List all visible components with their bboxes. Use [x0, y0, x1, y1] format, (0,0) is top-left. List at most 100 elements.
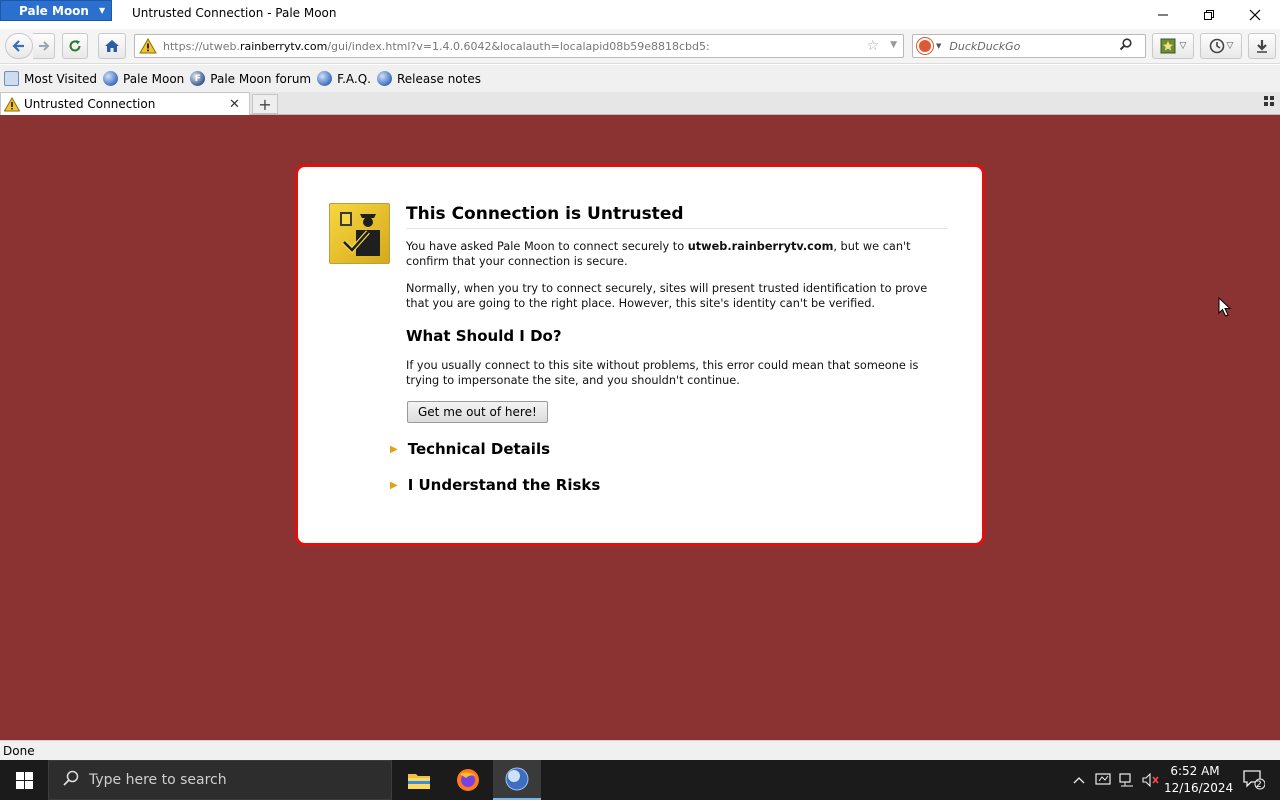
grid-icon	[1264, 96, 1274, 106]
taskbar-search-placeholder: Type here to search	[89, 772, 227, 788]
url-bar[interactable]: https://utweb.rainberrytv.com/gui/index.…	[134, 34, 904, 58]
technical-details-label: Technical Details	[407, 440, 551, 458]
error-title: This Connection is Untrusted	[406, 204, 948, 229]
folder-icon	[408, 774, 430, 789]
close-tab-icon[interactable]: ✕	[229, 97, 240, 112]
reload-icon	[69, 40, 81, 52]
error-dialog: This Connection is Untrusted You have as…	[295, 164, 985, 546]
palemoon-globe-icon	[505, 767, 529, 791]
firefox-icon	[457, 769, 479, 791]
tray-overflow-chevron-icon[interactable]	[1068, 760, 1090, 800]
close-icon	[1249, 9, 1261, 20]
forward-button[interactable]	[33, 33, 55, 59]
forward-arrow-icon	[38, 41, 49, 51]
chevron-down-icon: ▽	[1179, 41, 1187, 51]
tab-list-button[interactable]	[1264, 96, 1274, 109]
plus-icon: +	[258, 94, 272, 114]
bookmark-release-notes[interactable]: Release notes	[377, 71, 481, 86]
warning-icon[interactable]	[139, 37, 157, 54]
forum-icon: F	[190, 71, 206, 86]
bookmarks-menu-button[interactable]: ▽	[1152, 33, 1194, 59]
palemoon-globe-icon	[317, 71, 333, 86]
url-dropdown-icon[interactable]: ▼	[890, 40, 897, 50]
expand-triangle-icon: ▶	[390, 479, 398, 491]
bookmark-label: F.A.Q.	[337, 71, 371, 86]
minimize-icon	[1158, 14, 1168, 15]
bookmark-label: Pale Moon forum	[210, 71, 312, 86]
understand-risks-expander[interactable]: ▶ I Understand the Risks	[390, 476, 600, 494]
app-menu-label: Pale Moon	[19, 3, 89, 18]
search-bar[interactable]: ▼ DuckDuckGo	[912, 34, 1146, 58]
bookmark-pale-moon-forum[interactable]: F Pale Moon forum	[190, 71, 311, 86]
bookmark-star-icon[interactable]: ☆	[866, 38, 879, 54]
start-button[interactable]	[0, 760, 48, 800]
restore-button[interactable]	[1186, 0, 1232, 29]
reload-button[interactable]	[62, 33, 88, 59]
search-icon[interactable]	[1119, 37, 1132, 55]
error-intro-text: You have asked Pale Moon to connect secu…	[406, 239, 946, 269]
bookmark-faq[interactable]: F.A.Q.	[317, 71, 371, 86]
downloads-button[interactable]	[1248, 33, 1276, 59]
bookmark-label: Pale Moon	[123, 71, 185, 86]
home-icon	[105, 40, 119, 52]
bookmarks-toolbar: Most Visited Pale Moon F Pale Moon forum…	[0, 65, 1280, 92]
app-menu-button[interactable]: Pale Moon ▼	[0, 0, 112, 21]
palemoon-globe-icon	[377, 71, 392, 86]
system-clock[interactable]: 6:52 AM 12/16/2024	[1164, 763, 1234, 797]
bookmark-label: Most Visited	[24, 71, 98, 86]
error-explanation-text: Normally, when you try to connect secure…	[406, 282, 928, 310]
url-text[interactable]: https://utweb.rainberrytv.com/gui/index.…	[163, 40, 863, 53]
clock-icon	[1209, 38, 1224, 54]
most-visited-icon	[4, 71, 19, 86]
tray-volume-muted-icon[interactable]	[1140, 760, 1162, 800]
page-content: This Connection is Untrusted You have as…	[0, 115, 1280, 740]
status-text: Done	[3, 743, 35, 758]
technical-details-expander[interactable]: ▶ Technical Details	[390, 440, 550, 458]
taskbar-search-box[interactable]: Type here to search	[48, 760, 392, 800]
search-input[interactable]: DuckDuckGo	[949, 40, 1119, 53]
warning-icon	[3, 96, 21, 112]
url-prefix: https://utweb.	[163, 39, 240, 53]
url-suffix: /gui/index.html?v=1.4.0.6042&localauth=l…	[327, 39, 710, 53]
tray-wired-network-icon[interactable]	[1116, 760, 1138, 800]
chevron-down-icon[interactable]: ▼	[936, 42, 941, 50]
tray-network-icon[interactable]	[1092, 760, 1114, 800]
bookmark-pale-moon[interactable]: Pale Moon	[103, 71, 184, 86]
back-arrow-icon	[12, 40, 24, 52]
advice-text: If you usually connect to this site with…	[406, 359, 919, 387]
tab-label: Untrusted Connection	[24, 97, 156, 111]
mouse-cursor-icon	[1218, 297, 1232, 317]
taskbar-file-explorer[interactable]	[395, 760, 443, 800]
taskbar-firefox[interactable]	[444, 760, 492, 800]
tab-bar: Untrusted Connection ✕ +	[0, 92, 1280, 115]
navigation-toolbar: https://utweb.rainberrytv.com/gui/index.…	[0, 29, 1280, 64]
restore-icon	[1204, 9, 1214, 20]
home-button[interactable]	[98, 33, 126, 59]
tab-untrusted-connection[interactable]: Untrusted Connection ✕	[0, 92, 250, 115]
bookmark-most-visited[interactable]: Most Visited	[4, 71, 97, 86]
chevron-down-icon: ▼	[98, 6, 106, 15]
notification-count: 2	[1256, 780, 1262, 790]
taskbar-pale-moon[interactable]	[493, 760, 541, 800]
search-icon	[63, 770, 79, 790]
duckduckgo-icon[interactable]	[917, 38, 933, 54]
taskbar: Type here to search 6:52 AM 12/16/2024 2	[0, 760, 1280, 800]
get-me-out-button[interactable]: Get me out of here!	[407, 401, 548, 423]
minimize-button[interactable]	[1140, 0, 1186, 29]
clock-date: 12/16/2024	[1164, 781, 1234, 795]
history-button[interactable]: ▽	[1200, 33, 1242, 59]
url-domain: rainberrytv.com	[239, 39, 328, 53]
window-title: Untrusted Connection - Pale Moon	[132, 6, 337, 20]
policeman-icon	[329, 203, 390, 264]
title-bar: Pale Moon ▼ Untrusted Connection - Pale …	[0, 0, 1280, 29]
status-bar: Done	[0, 740, 1280, 760]
site-hostname: utweb.rainberrytv.com	[687, 240, 834, 253]
bookmark-label: Release notes	[397, 71, 481, 86]
bookmarks-star-icon	[1160, 38, 1176, 54]
windows-logo-icon	[15, 771, 33, 789]
action-center-button[interactable]: 2	[1234, 760, 1274, 800]
close-window-button[interactable]	[1232, 0, 1278, 29]
back-button[interactable]	[5, 33, 33, 59]
new-tab-button[interactable]: +	[252, 94, 278, 114]
download-arrow-icon	[1257, 40, 1267, 53]
